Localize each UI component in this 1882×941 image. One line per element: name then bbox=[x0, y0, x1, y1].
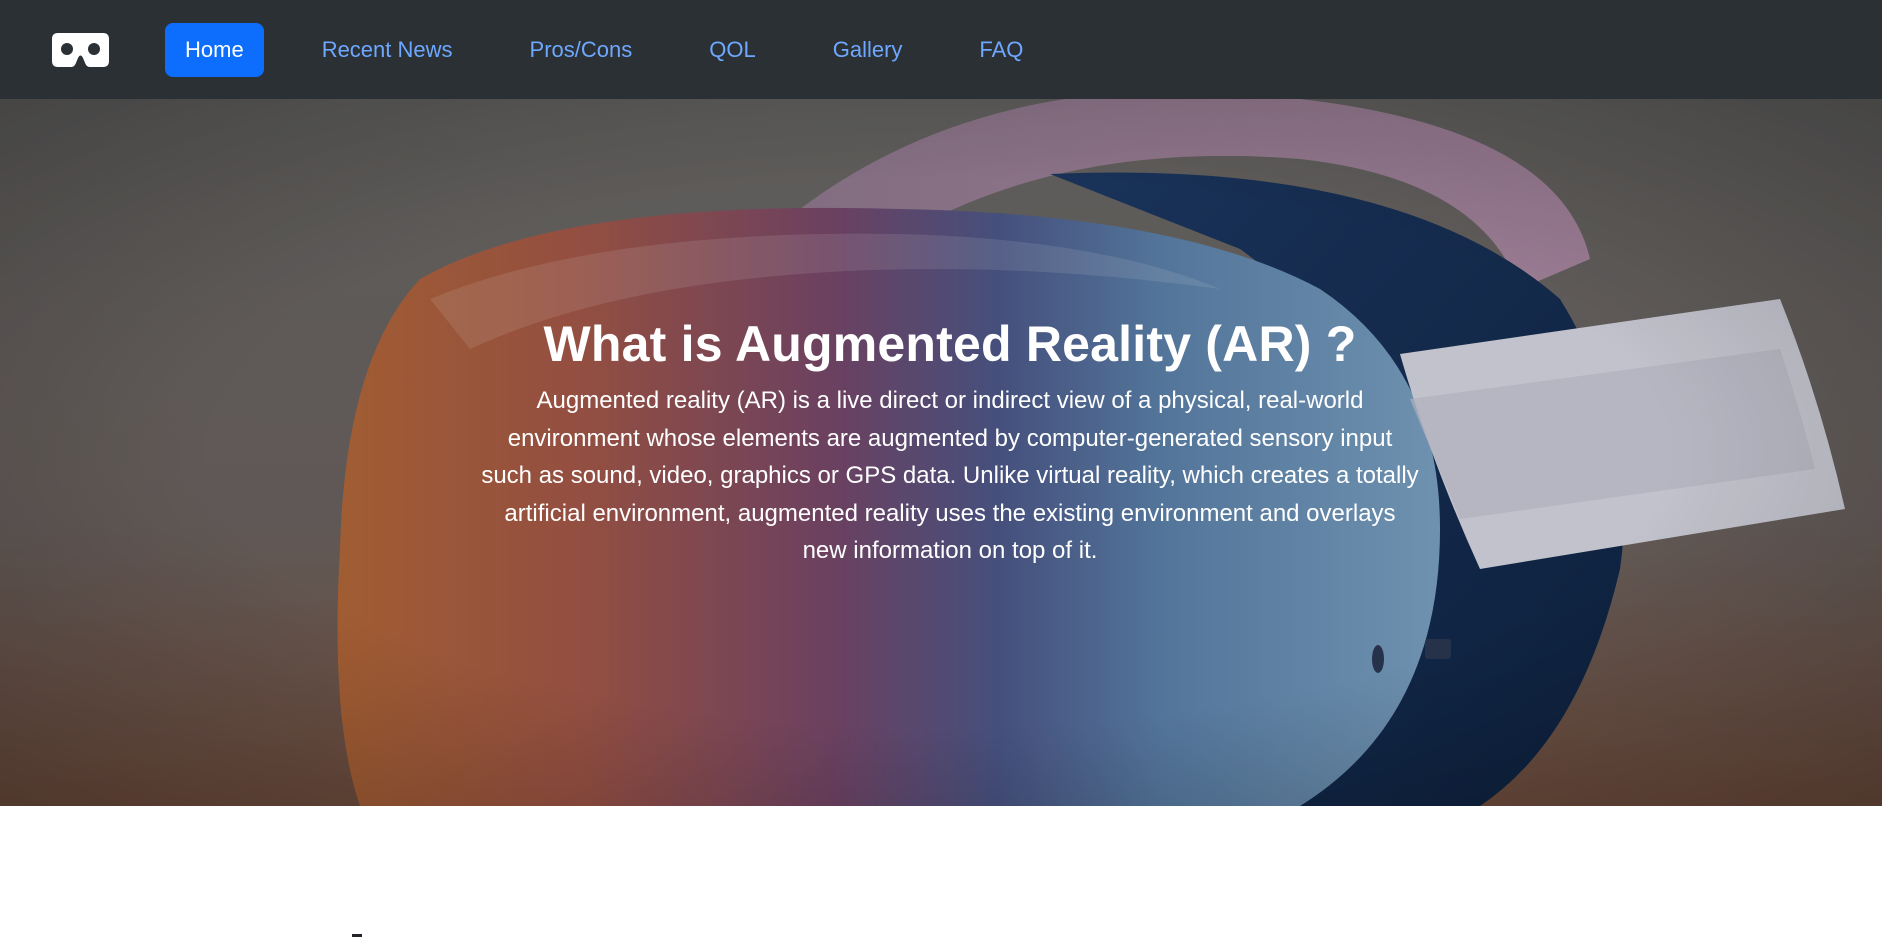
nav-item-recent-news[interactable]: Recent News bbox=[302, 23, 473, 77]
hero-title: What is Augmented Reality (AR) ? bbox=[543, 316, 1357, 372]
hero-section: What is Augmented Reality (AR) ? Augment… bbox=[0, 99, 1882, 806]
nav-item-faq[interactable]: FAQ bbox=[959, 23, 1043, 77]
nav-item-pros-cons[interactable]: Pros/Cons bbox=[510, 23, 653, 77]
content-section bbox=[0, 806, 1882, 941]
nav-menu: Home Recent News Pros/Cons QOL Gallery F… bbox=[165, 22, 1080, 77]
section-heading-fragment bbox=[352, 934, 362, 937]
brand-logo[interactable] bbox=[52, 32, 109, 68]
navbar: Home Recent News Pros/Cons QOL Gallery F… bbox=[0, 0, 1882, 99]
vr-headset-icon bbox=[52, 32, 109, 67]
nav-item-home[interactable]: Home bbox=[165, 22, 264, 77]
nav-item-gallery[interactable]: Gallery bbox=[813, 23, 923, 77]
nav-item-qol[interactable]: QOL bbox=[689, 23, 775, 77]
hero-content: What is Augmented Reality (AR) ? Augment… bbox=[470, 314, 1430, 570]
hero-description: Augmented reality (AR) is a live direct … bbox=[481, 387, 1419, 564]
